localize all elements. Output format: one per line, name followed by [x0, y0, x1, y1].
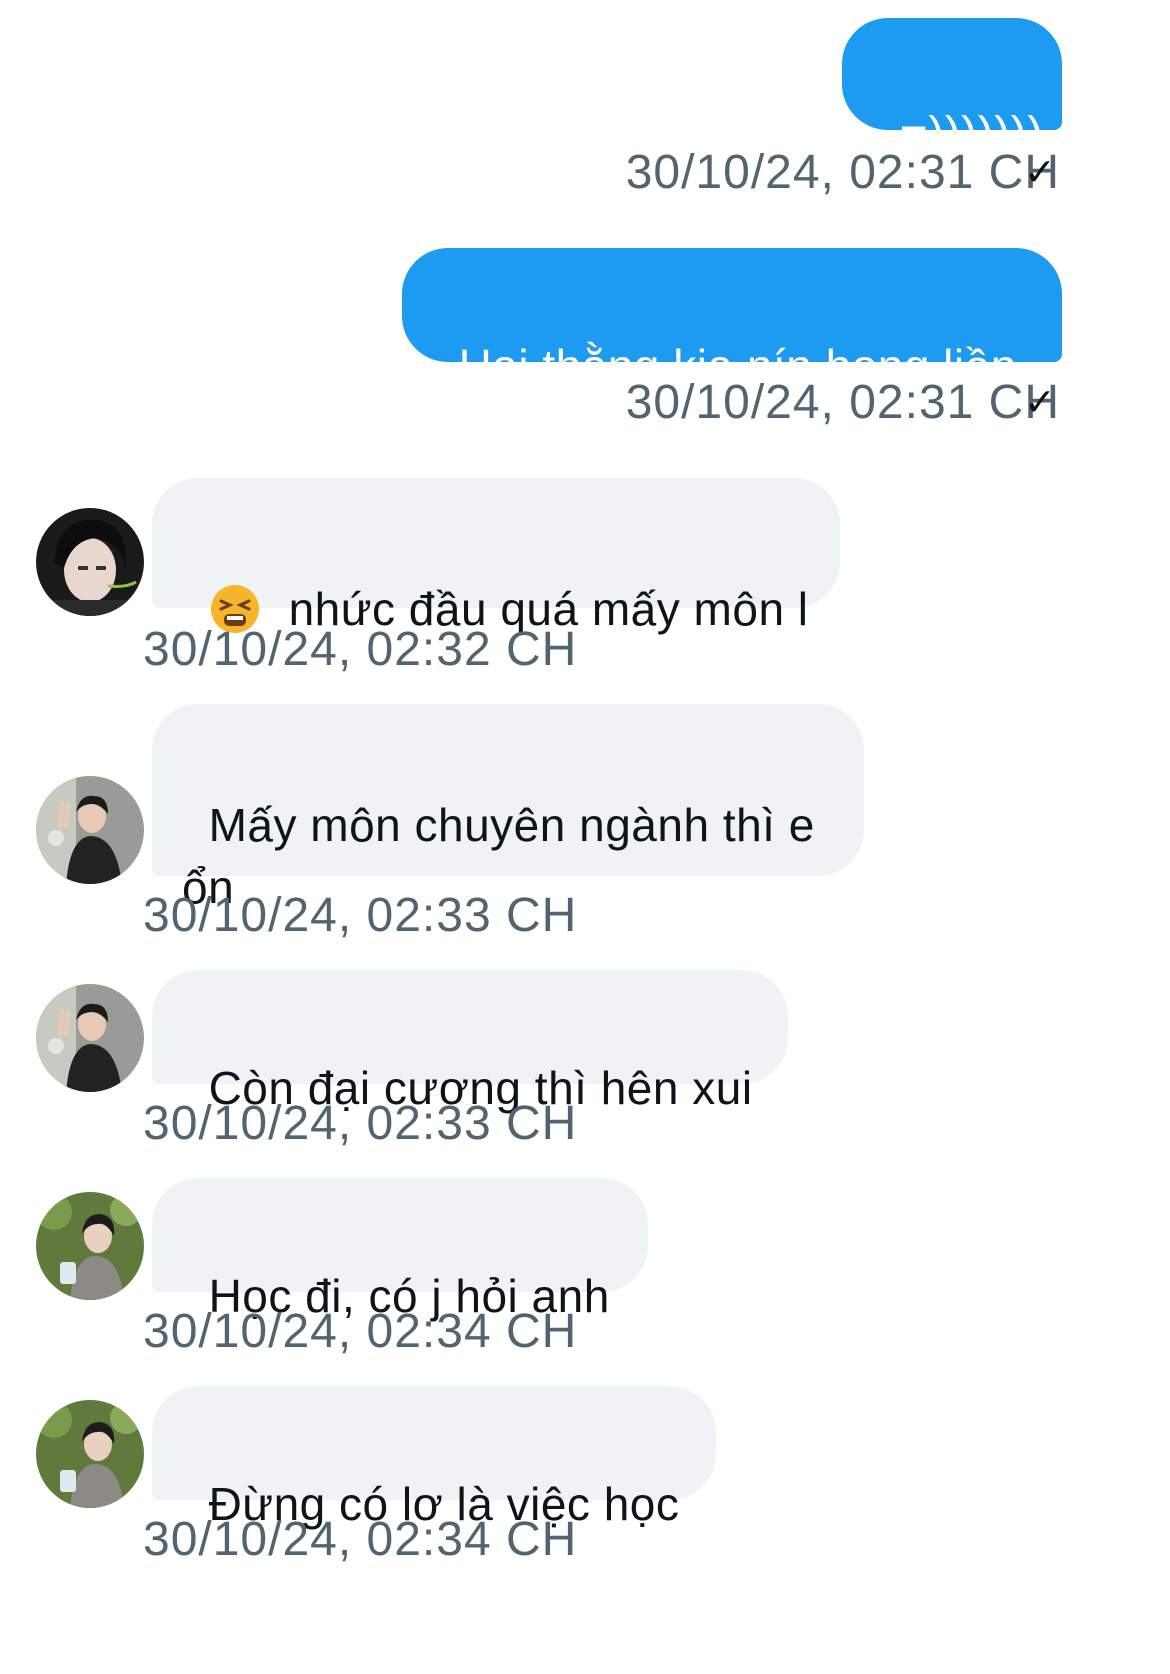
message-timestamp: 30/10/24, 02:31 CH [625, 376, 1060, 429]
sent-check-icon: ✓ [1024, 382, 1056, 424]
message-timestamp: 30/10/24, 02:33 CH [143, 889, 578, 942]
avatar[interactable] [36, 984, 144, 1092]
received-message-bubble[interactable]: Còn đại cương thì hên xui [152, 970, 788, 1114]
sent-message-bubble[interactable]: =))))))) [842, 18, 1062, 161]
avatar[interactable] [36, 1400, 144, 1508]
avatar[interactable] [36, 1192, 144, 1300]
received-message-bubble[interactable]: nhức đầu quá mấy môn l [152, 478, 840, 635]
message-timestamp: 30/10/24, 02:32 CH [143, 623, 578, 676]
avatar[interactable] [36, 776, 144, 884]
message-timestamp: 30/10/24, 02:33 CH [143, 1097, 578, 1150]
sent-message-bubble[interactable]: Hai thằng kia nín họng liền [402, 248, 1062, 392]
received-message-bubble[interactable]: Đừng có lơ là việc học [152, 1386, 716, 1530]
sent-check-icon: ✓ [1024, 152, 1056, 194]
received-message-bubble[interactable]: Mấy môn chuyên ngành thì e ổn [152, 704, 864, 913]
avatar[interactable] [36, 508, 144, 616]
received-message-bubble[interactable]: Học đi, có j hỏi anh [152, 1178, 648, 1322]
message-timestamp: 30/10/24, 02:31 CH [625, 146, 1060, 199]
message-timestamp: 30/10/24, 02:34 CH [143, 1513, 578, 1566]
message-timestamp: 30/10/24, 02:34 CH [143, 1305, 578, 1358]
